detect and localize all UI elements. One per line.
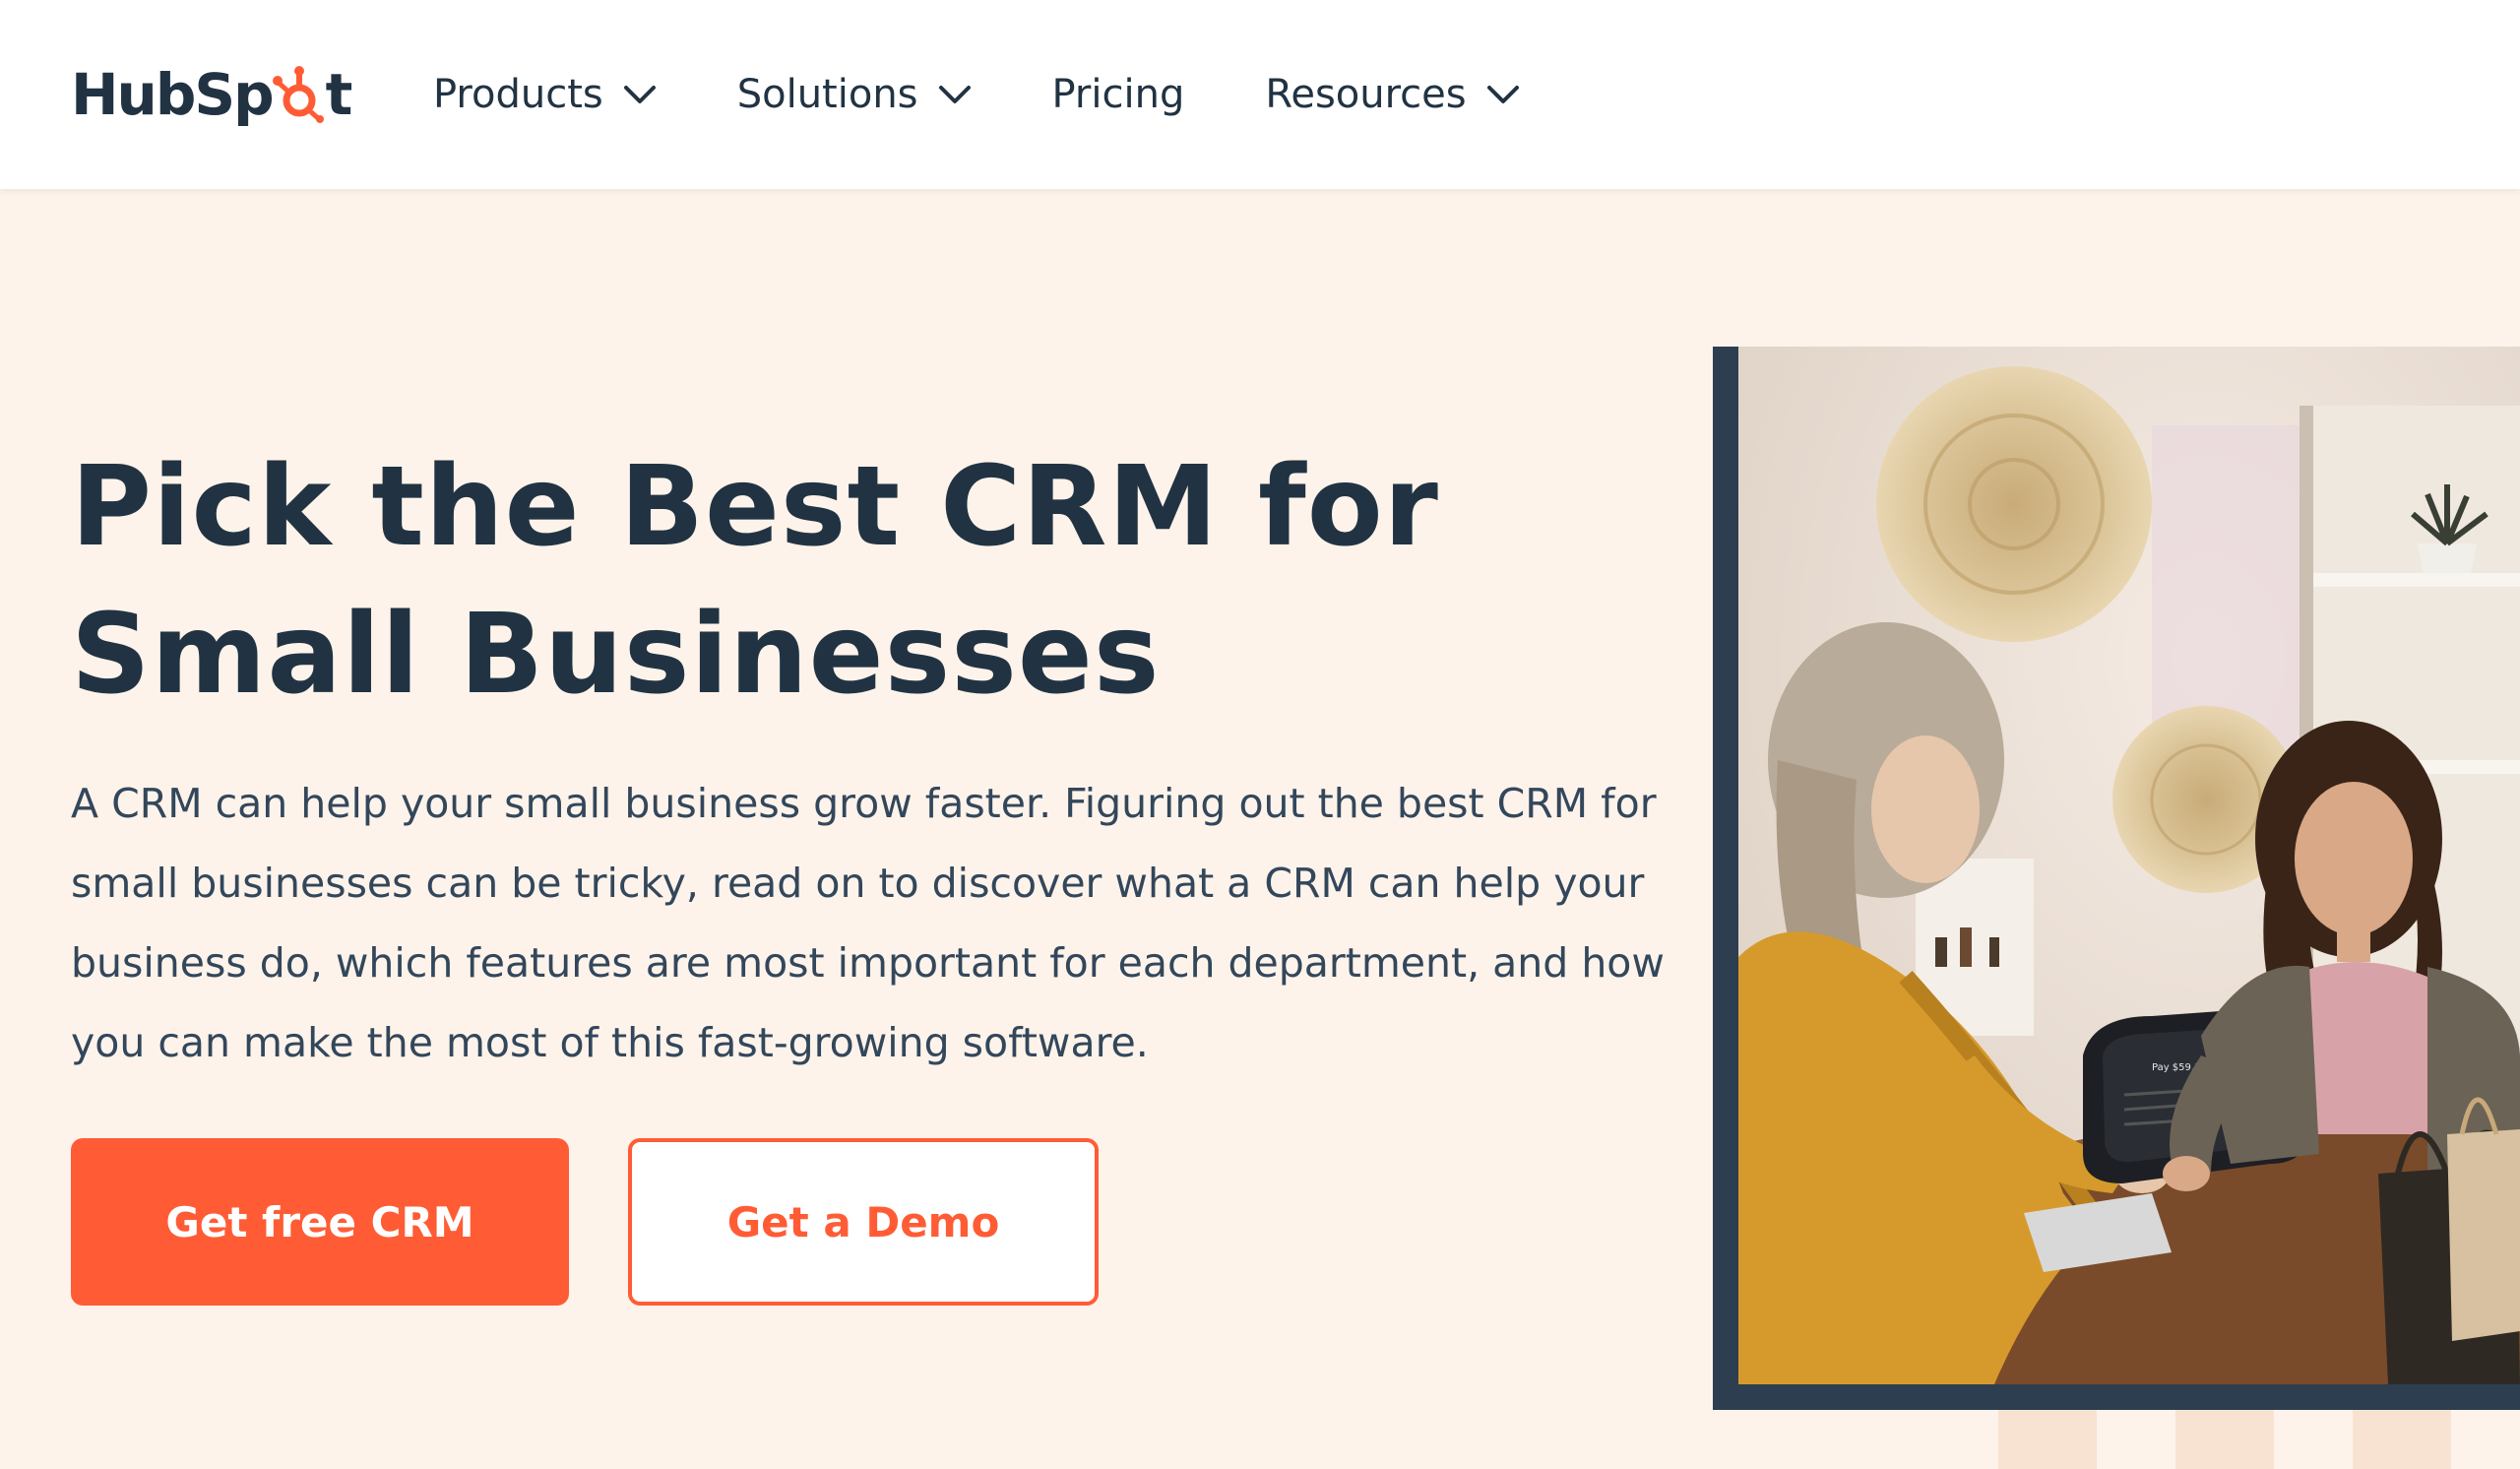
logo-wordmark-right: t xyxy=(325,61,353,128)
hero-title-line1: Pick the Best CRM for xyxy=(71,443,1439,571)
shop-checkout-illustration: Pay $59.13 xyxy=(1738,347,2520,1384)
nav-products-label: Products xyxy=(433,72,603,117)
nav-resources[interactable]: Resources xyxy=(1265,72,1519,117)
hubspot-logo[interactable]: HubSp t xyxy=(71,59,352,130)
get-free-crm-button[interactable]: Get free CRM xyxy=(71,1138,569,1306)
nav-solutions-label: Solutions xyxy=(736,72,918,117)
chevron-down-icon xyxy=(623,86,656,103)
nav-products[interactable]: Products xyxy=(433,72,657,117)
hero-image: Pay $59.13 xyxy=(1738,347,2520,1384)
sprocket-icon xyxy=(272,66,324,123)
hero-description: A CRM can help your small business grow … xyxy=(71,780,1665,1066)
hero-title-line2: Small Businesses xyxy=(71,591,1161,719)
decorative-stripes xyxy=(1998,1410,2451,1469)
nav-pricing[interactable]: Pricing xyxy=(1052,72,1185,117)
get-demo-button[interactable]: Get a Demo xyxy=(628,1138,1099,1306)
chevron-down-icon xyxy=(1486,86,1519,103)
site-header: HubSp t Products Solutions Pricing Resou… xyxy=(0,0,2520,189)
nav-solutions[interactable]: Solutions xyxy=(737,72,972,117)
hero-title: Pick the Best CRM for Small Businesses xyxy=(71,433,1606,729)
chevron-down-icon xyxy=(938,86,971,103)
main-nav: Products Solutions Pricing Resources xyxy=(433,65,1601,124)
nav-pricing-label: Pricing xyxy=(1051,72,1185,117)
nav-resources-label: Resources xyxy=(1265,72,1467,117)
logo-wordmark-left: HubSp xyxy=(71,61,275,128)
